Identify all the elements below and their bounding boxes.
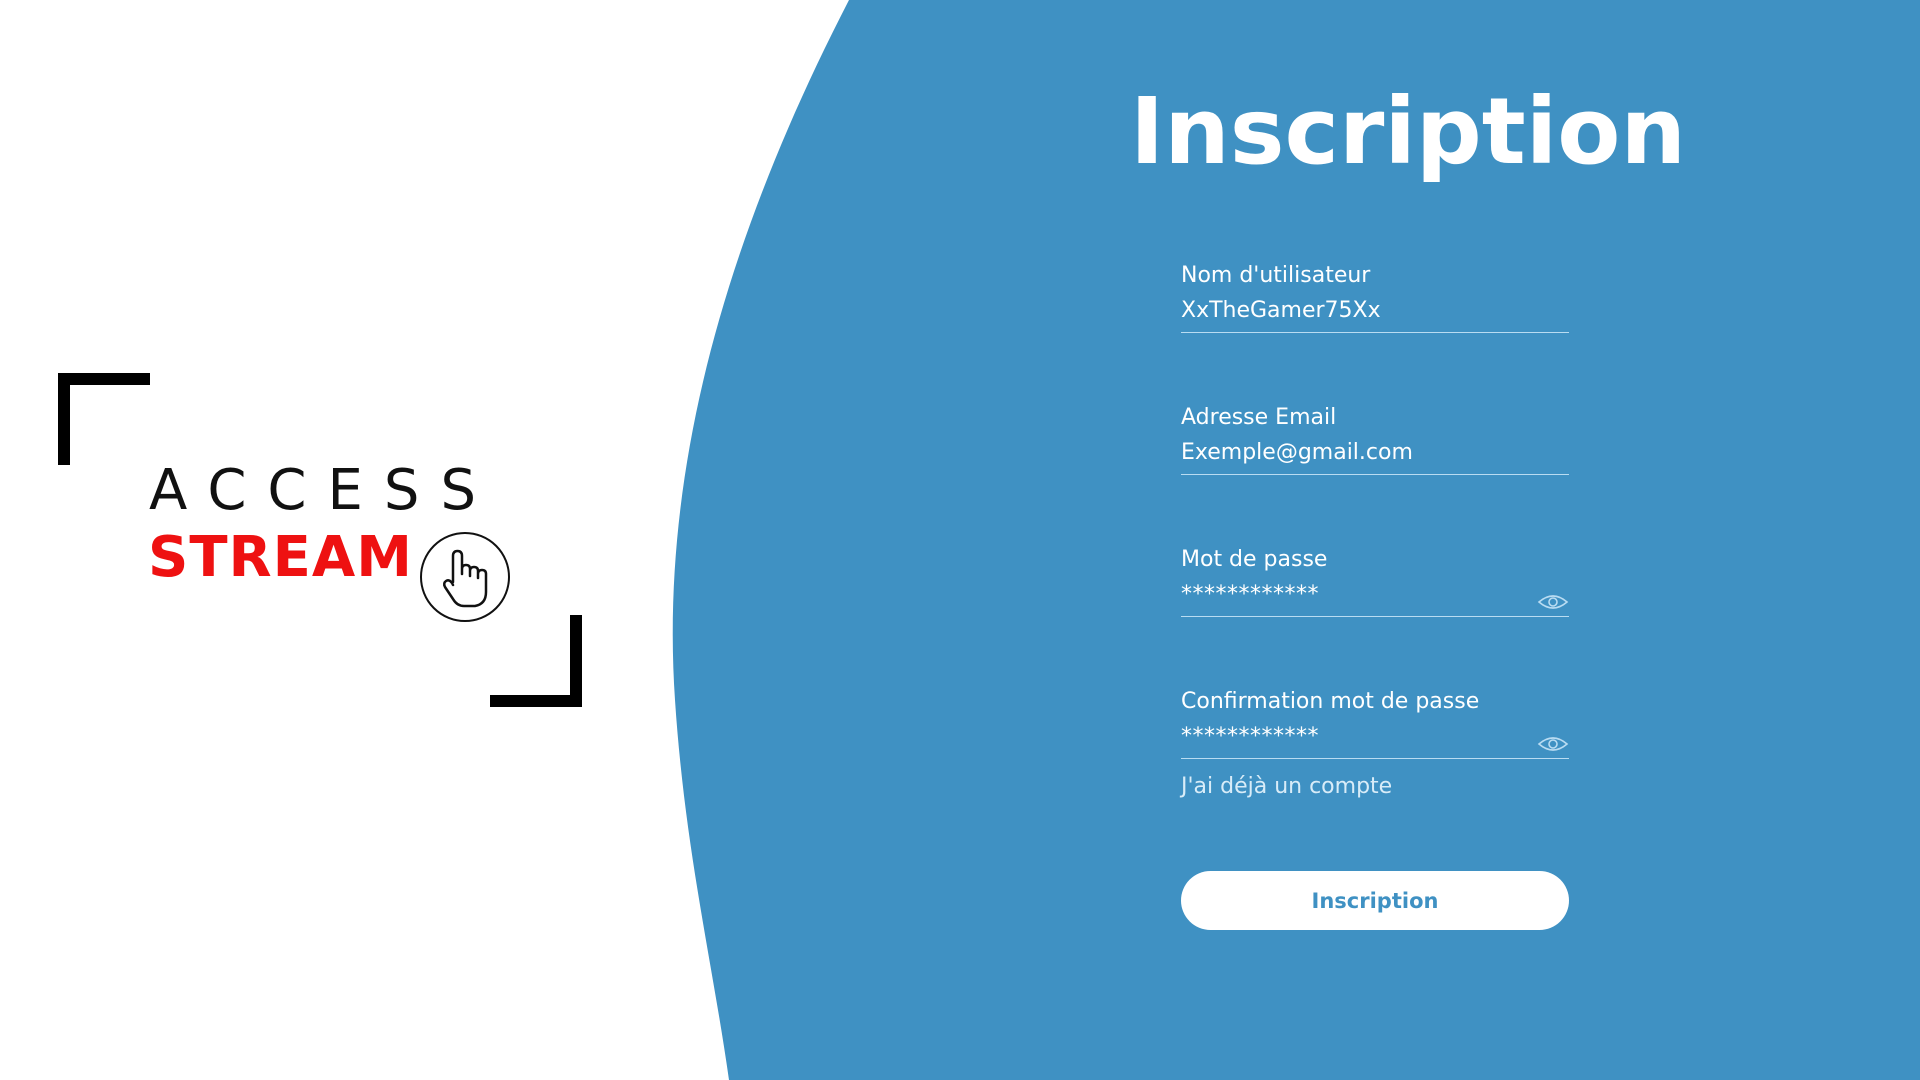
- email-field-group: Adresse Email: [1181, 407, 1569, 475]
- eye-icon: [1537, 595, 1569, 609]
- username-field-group: Nom d'utilisateur: [1181, 265, 1569, 333]
- already-have-account-link[interactable]: J'ai déjà un compte: [1181, 774, 1392, 799]
- logo-word-access: ACCESS: [149, 458, 498, 523]
- password-field-group: Mot de passe: [1181, 549, 1569, 617]
- confirm-password-field-group: Confirmation mot de passe: [1181, 691, 1569, 759]
- password-label: Mot de passe: [1181, 547, 1328, 572]
- logo-bracket-bottom-right: [490, 615, 582, 707]
- eye-icon: [1537, 737, 1569, 751]
- logo-word-stream: STREAM: [148, 525, 413, 590]
- logo-bracket-top-left: [58, 373, 150, 465]
- hand-pointer-icon: [420, 532, 510, 622]
- access-stream-logo: ACCESS STREAM: [58, 373, 583, 708]
- username-label: Nom d'utilisateur: [1181, 263, 1371, 288]
- confirm-password-visibility-toggle[interactable]: [1537, 733, 1569, 755]
- page-title: Inscription: [1130, 78, 1686, 185]
- email-input[interactable]: [1181, 440, 1569, 475]
- confirm-password-input[interactable]: [1181, 724, 1569, 759]
- username-input[interactable]: [1181, 298, 1569, 333]
- password-input[interactable]: [1181, 582, 1569, 617]
- password-visibility-toggle[interactable]: [1537, 591, 1569, 613]
- confirm-password-label: Confirmation mot de passe: [1181, 689, 1480, 714]
- email-label: Adresse Email: [1181, 405, 1337, 430]
- signup-button[interactable]: Inscription: [1181, 871, 1569, 930]
